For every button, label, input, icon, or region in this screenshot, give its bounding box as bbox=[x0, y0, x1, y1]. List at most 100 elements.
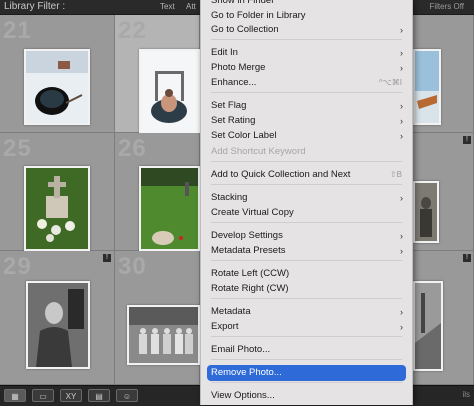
menu-item-stacking[interactable]: Stacking › bbox=[207, 190, 406, 206]
snow-hole-photo bbox=[26, 51, 88, 123]
filters-off-dropdown[interactable]: Filters Off bbox=[425, 1, 468, 12]
grave-flowers-photo bbox=[26, 168, 88, 249]
photo-thumbnail[interactable] bbox=[413, 49, 441, 125]
grid-cell[interactable]: 29 ! bbox=[0, 251, 115, 385]
menu-item-label: View Options... bbox=[211, 390, 275, 401]
filter-text-tab[interactable]: Text bbox=[156, 1, 179, 12]
metadata-badge[interactable]: ! bbox=[103, 254, 111, 262]
menu-item-develop-settings[interactable]: Develop Settings › bbox=[207, 228, 406, 244]
portrait-man-photo bbox=[28, 283, 88, 367]
grid-cell[interactable]: 21 bbox=[0, 15, 115, 133]
menu-item-email-photo[interactable]: Email Photo... bbox=[207, 342, 406, 358]
menu-item-photo-merge[interactable]: Photo Merge › bbox=[207, 60, 406, 76]
photo-thumbnail[interactable] bbox=[139, 166, 200, 251]
cemetery-photo bbox=[141, 168, 198, 249]
grid-cell[interactable]: ! bbox=[411, 133, 474, 251]
photo-thumbnail[interactable] bbox=[26, 281, 90, 369]
submenu-arrow-icon: › bbox=[400, 231, 403, 241]
submenu-arrow-icon: › bbox=[400, 193, 403, 203]
menu-item-add-shortcut-keyword: Add Shortcut Keyword bbox=[207, 144, 406, 160]
menu-separator bbox=[211, 260, 402, 261]
menu-item-remove-photo[interactable]: Remove Photo... bbox=[207, 365, 406, 381]
photo-thumbnail[interactable] bbox=[24, 49, 90, 125]
menu-item-label: Rotate Right (CW) bbox=[211, 283, 289, 294]
cell-index: 22 bbox=[118, 17, 147, 44]
toolbar-thumbnails-label: ils bbox=[462, 390, 470, 399]
cell-index: 30 bbox=[118, 253, 147, 280]
grid-view-button[interactable]: ▦ bbox=[4, 389, 26, 402]
survey-view-button[interactable]: ▤ bbox=[88, 389, 110, 402]
menu-separator bbox=[211, 39, 402, 40]
menu-separator bbox=[211, 382, 402, 383]
menu-item-label: Add Shortcut Keyword bbox=[211, 146, 306, 157]
menu-item-edit-in[interactable]: Edit In › bbox=[207, 45, 406, 61]
menu-item-label: Export bbox=[211, 321, 239, 332]
cell-index: 29 bbox=[3, 253, 32, 280]
photo-thumbnail[interactable] bbox=[139, 49, 200, 145]
menu-separator bbox=[211, 92, 402, 93]
menu-item-go-to-collection[interactable]: Go to Collection › bbox=[207, 22, 406, 38]
submenu-arrow-icon: › bbox=[400, 322, 403, 332]
menu-item-set-color-label[interactable]: Set Color Label › bbox=[207, 128, 406, 144]
menu-item-label: Metadata bbox=[211, 306, 251, 317]
grid-cell-selected[interactable]: 22 ↶ • • • • • bbox=[115, 15, 200, 146]
menu-shortcut: ⇧B bbox=[389, 170, 402, 179]
metadata-badge[interactable]: ! bbox=[463, 254, 471, 262]
compare-view-button[interactable]: XY bbox=[60, 389, 82, 402]
menu-item-label: Add to Quick Collection and Next bbox=[211, 169, 351, 180]
menu-item-metadata[interactable]: Metadata › bbox=[207, 304, 406, 320]
menu-item-metadata-presets[interactable]: Metadata Presets › bbox=[207, 243, 406, 259]
grid-cell[interactable] bbox=[411, 15, 474, 133]
menu-separator bbox=[211, 161, 402, 162]
cell-index: 25 bbox=[3, 135, 32, 162]
photo-context-menu: Show in Finder Go to Folder in Library Go … bbox=[200, 0, 413, 405]
people-view-button[interactable]: ☺ bbox=[116, 389, 138, 402]
menu-item-label: Set Color Label bbox=[211, 130, 277, 141]
submenu-arrow-icon: › bbox=[400, 48, 403, 58]
menu-item-set-flag[interactable]: Set Flag › bbox=[207, 98, 406, 114]
ice-swimmer-photo bbox=[141, 51, 198, 143]
menu-item-add-to-quick-collection-and-next[interactable]: Add to Quick Collection and Next ⇧B bbox=[207, 167, 406, 183]
grid-cell[interactable]: ! bbox=[411, 251, 474, 385]
menu-item-label: Create Virtual Copy bbox=[211, 207, 294, 218]
menu-item-rotate-left-ccw[interactable]: Rotate Left (CCW) bbox=[207, 266, 406, 282]
menu-item-view-options[interactable]: View Options... bbox=[207, 388, 406, 404]
menu-item-enhance[interactable]: Enhance... ^⌥⌘I bbox=[207, 75, 406, 91]
menu-item-label: Enhance... bbox=[211, 77, 257, 88]
menu-separator bbox=[211, 359, 402, 360]
submenu-arrow-icon: › bbox=[400, 307, 403, 317]
boat-shore-photo bbox=[415, 51, 439, 123]
menu-item-label: Go to Collection bbox=[211, 24, 279, 35]
loupe-view-button[interactable]: ▭ bbox=[32, 389, 54, 402]
photo-thumbnail[interactable] bbox=[413, 181, 439, 243]
menu-separator bbox=[211, 298, 402, 299]
menu-item-label: Set Flag bbox=[211, 100, 247, 111]
menu-separator bbox=[211, 184, 402, 185]
submenu-arrow-icon: › bbox=[400, 101, 403, 111]
street-photo bbox=[415, 283, 441, 369]
menu-item-label: Develop Settings bbox=[211, 230, 283, 241]
menu-separator bbox=[211, 222, 402, 223]
grid-cell[interactable]: 26 bbox=[115, 133, 200, 251]
photo-thumbnail[interactable] bbox=[413, 281, 443, 371]
photo-thumbnail[interactable] bbox=[24, 166, 90, 251]
menu-item-label: Edit In bbox=[211, 47, 238, 58]
submenu-arrow-icon: › bbox=[400, 116, 403, 126]
photo-thumbnail[interactable] bbox=[127, 305, 200, 365]
menu-item-label: Email Photo... bbox=[211, 344, 271, 355]
submenu-arrow-icon: › bbox=[400, 246, 403, 256]
menu-item-rotate-right-cw[interactable]: Rotate Right (CW) bbox=[207, 281, 406, 297]
grid-cell[interactable]: 30 bbox=[115, 251, 200, 385]
menu-item-create-virtual-copy[interactable]: Create Virtual Copy bbox=[207, 205, 406, 221]
menu-item-label: Stacking bbox=[211, 192, 248, 203]
menu-item-set-rating[interactable]: Set Rating › bbox=[207, 113, 406, 129]
metadata-badge[interactable]: ! bbox=[463, 136, 471, 144]
grid-cell[interactable]: 25 bbox=[0, 133, 115, 251]
group-photo bbox=[129, 307, 198, 363]
menu-item-label: Metadata Presets bbox=[211, 245, 286, 256]
submenu-arrow-icon: › bbox=[400, 63, 403, 73]
submenu-arrow-icon: › bbox=[400, 25, 403, 35]
menu-item-export[interactable]: Export › bbox=[207, 319, 406, 335]
filter-attribute-tab[interactable]: Att bbox=[182, 1, 200, 12]
old-photo-right bbox=[415, 183, 437, 241]
